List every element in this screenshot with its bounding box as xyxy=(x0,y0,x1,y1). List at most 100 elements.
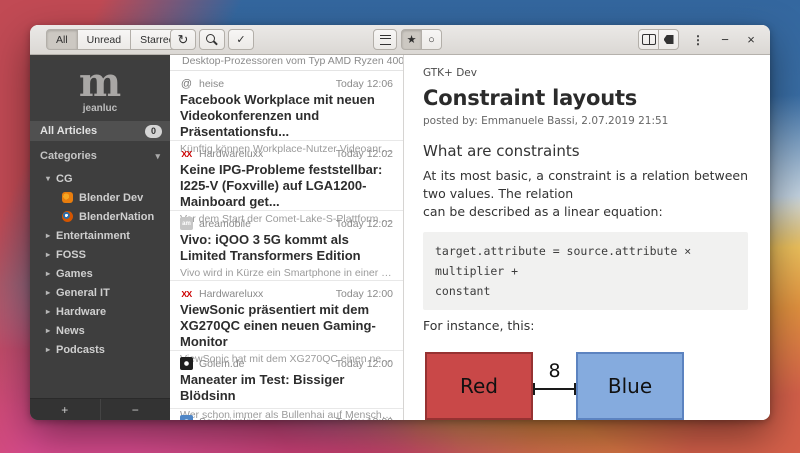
search-button[interactable] xyxy=(199,29,225,50)
paragraph: can be described as a linear equation: xyxy=(423,204,663,219)
chevron-right-icon: ▸ xyxy=(46,231,51,240)
article-time: Today 12:02 xyxy=(335,217,393,230)
category-label: News xyxy=(56,324,85,337)
category-label: General IT xyxy=(56,286,110,299)
feed-name: heise xyxy=(199,77,225,90)
tag-button[interactable] xyxy=(658,29,679,50)
feed-icon: XX xyxy=(181,148,192,159)
sidebar-item-blender-dev[interactable]: Blender Dev xyxy=(30,188,170,207)
feed-name: Hardwareluxx xyxy=(199,287,264,300)
article-title: ViewSonic präsentiert mit dem XG270QC ei… xyxy=(180,302,376,349)
categories-header[interactable]: Categories ▾ xyxy=(30,147,170,165)
sidebar-item-foss[interactable]: ▸ FOSS xyxy=(30,245,170,264)
article-list: Desktop-Prozessoren vom Typ AMD Ryzen 40… xyxy=(170,55,404,420)
close-icon: × xyxy=(747,32,755,47)
article-time: Today 12:00 xyxy=(335,357,393,370)
sidebar: m jeanluc All Articles 0 Categories ▾ ▾ … xyxy=(30,55,170,420)
sidebar-item-all-articles[interactable]: All Articles 0 xyxy=(30,121,170,141)
tag-icon xyxy=(663,35,674,44)
unread-count-badge: 0 xyxy=(144,124,162,138)
feed-name: Golem.de xyxy=(199,357,245,370)
blue-box: Blue xyxy=(576,352,684,420)
list-menu-button[interactable] xyxy=(373,29,397,50)
article-feed-label: GTK+ Dev xyxy=(423,67,477,79)
sidebar-footer: + − xyxy=(30,398,170,420)
category-label: Podcasts xyxy=(56,343,105,356)
article-time: Today 12:00 xyxy=(336,416,393,421)
feed-icon xyxy=(62,192,73,203)
category-label: FOSS xyxy=(56,248,86,261)
account-logo: m xyxy=(78,59,122,106)
feed-icon: @ xyxy=(180,77,193,90)
book-icon xyxy=(641,34,656,45)
constraint-connector: 8 xyxy=(533,352,576,420)
circle-icon: ○ xyxy=(428,33,435,46)
chevron-right-icon: ▸ xyxy=(46,326,51,335)
article-time: Today 12:00 xyxy=(335,287,393,300)
chevron-right-icon: ▸ xyxy=(46,250,51,259)
minimize-icon: − xyxy=(721,32,729,47)
add-feed-button[interactable]: + xyxy=(30,399,101,420)
article-byline: posted by: Emmanuele Bassi, 2.07.2019 21… xyxy=(423,115,669,127)
chevron-right-icon: ▸ xyxy=(46,269,51,278)
feed-name: Hardwareluxx xyxy=(199,147,264,160)
refresh-button[interactable]: ↻ xyxy=(170,29,196,50)
code-line: target.attribute = source.attribute × mu… xyxy=(435,244,692,278)
constraint-diagram: Red 8 Blue xyxy=(423,352,748,420)
list-item[interactable]: @ heise Today 12:06 Facebook Workplace m… xyxy=(170,71,403,155)
chevron-right-icon: ▸ xyxy=(46,288,51,297)
article-title: Maneater im Test: Bissiger Blödsinn xyxy=(180,372,345,403)
check-icon: ✓ xyxy=(236,34,246,46)
feed-label: Blender Dev xyxy=(79,191,144,204)
sidebar-item-news[interactable]: ▸ News xyxy=(30,321,170,340)
sidebar-item-entertainment[interactable]: ▸ Entertainment xyxy=(30,226,170,245)
sidebar-item-blendernation[interactable]: BlenderNation xyxy=(30,207,170,226)
list-item[interactable]: XX Hardwareluxx Today 12:00 ViewSonic pr… xyxy=(170,281,403,365)
close-button[interactable]: × xyxy=(742,29,760,50)
tab-unread[interactable]: Unread xyxy=(76,29,132,50)
sidebar-item-podcasts[interactable]: ▸ Podcasts xyxy=(30,340,170,359)
category-label: Games xyxy=(56,267,93,280)
star-toggle-button[interactable]: ★ xyxy=(401,29,422,50)
refresh-icon: ↻ xyxy=(177,31,189,47)
mark-read-button[interactable]: ✓ xyxy=(228,29,254,50)
feed-icon: am xyxy=(180,217,193,230)
list-item-partial[interactable]: Desktop-Prozessoren vom Typ AMD Ryzen 40… xyxy=(170,55,403,71)
red-box: Red xyxy=(425,352,533,420)
paragraph: For instance, this: xyxy=(423,318,535,333)
categories-label: Categories xyxy=(40,150,97,162)
overflow-menu-button[interactable]: ⋮ xyxy=(688,29,708,50)
tab-all[interactable]: All xyxy=(46,29,78,50)
article-state-group: ★ ○ xyxy=(401,29,442,50)
sidebar-item-general-it[interactable]: ▸ General IT xyxy=(30,283,170,302)
search-icon xyxy=(206,33,215,43)
article-time: Today 12:02 xyxy=(335,147,393,160)
article-time: Today 12:06 xyxy=(335,77,393,90)
feed-label: BlenderNation xyxy=(79,210,155,223)
code-block: target.attribute = source.attribute × mu… xyxy=(423,232,748,310)
star-icon: ★ xyxy=(406,34,417,46)
feed-icon xyxy=(180,357,193,370)
filter-tabs: All Unread Starred xyxy=(46,29,185,50)
chevron-down-icon: ▾ xyxy=(155,150,160,161)
remove-feed-button[interactable]: − xyxy=(101,399,171,420)
sidebar-item-cg[interactable]: ▾ CG xyxy=(30,169,170,188)
sidebar-item-hardware[interactable]: ▸ Hardware xyxy=(30,302,170,321)
minimize-button[interactable]: − xyxy=(716,29,734,50)
category-label: Hardware xyxy=(56,305,107,318)
feed-icon xyxy=(180,415,193,420)
menu-icon xyxy=(379,34,391,45)
article-view: GTK+ Dev Constraint layouts posted by: E… xyxy=(405,55,770,420)
article-tools-group xyxy=(638,29,679,50)
article-summary: Vivo wird in Kürze ein Smartphone in ein… xyxy=(180,267,393,279)
reader-mode-button[interactable] xyxy=(638,29,659,50)
connector-line-icon xyxy=(533,383,576,395)
unread-toggle-button[interactable]: ○ xyxy=(421,29,442,50)
sidebar-item-games[interactable]: ▸ Games xyxy=(30,264,170,283)
feedreader-window: All Unread Starred ↻ ✓ ★ ○ ⋮ − × m jeanl… xyxy=(30,25,770,420)
feed-icon: XX xyxy=(181,288,192,299)
gap-value: 8 xyxy=(548,360,561,382)
paragraph: At its most basic, a constraint is a rel… xyxy=(423,168,748,201)
feed-icon xyxy=(62,211,73,222)
account-username: jeanluc xyxy=(82,103,118,114)
